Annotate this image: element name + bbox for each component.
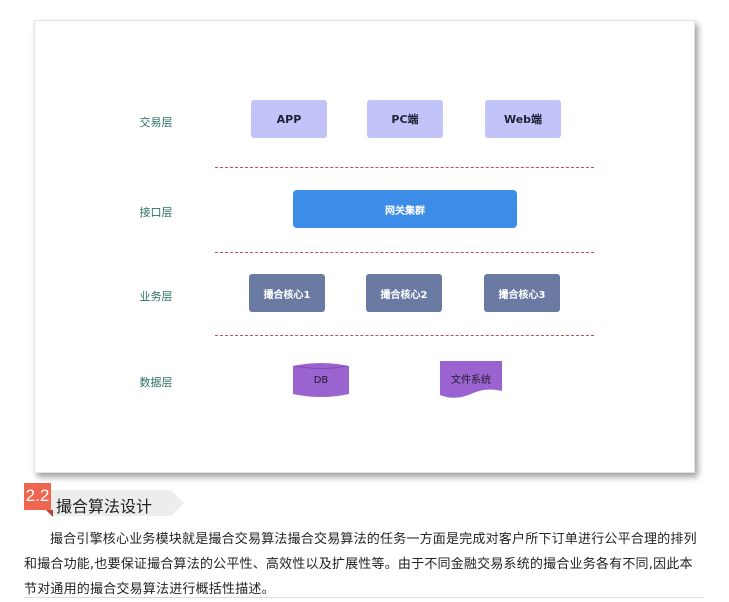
- node-matching-core-1: 撮合核心1: [249, 274, 325, 312]
- layer-divider: [215, 167, 594, 168]
- node-db-label: DB: [313, 375, 329, 386]
- section-number-badge: 2.2: [24, 483, 51, 510]
- section-heading: 2.2 撮合算法设计: [24, 483, 184, 517]
- layer-label-trade: 交易层: [139, 116, 173, 129]
- node-pc: PC端: [367, 100, 443, 138]
- node-file-system: 文件系统: [440, 361, 502, 399]
- section-title-arrow: [171, 490, 184, 516]
- body-paragraph: 撮合引擎核心业务模块就是撮合交易算法撮合交易算法的任务一方面是完成对客户所下订单…: [24, 532, 697, 597]
- node-matching-core-3: 撮合核心3: [484, 274, 560, 312]
- node-matching-core-2: 撮合核心2: [366, 274, 442, 312]
- node-file-system-label: 文件系统: [451, 375, 491, 386]
- node-db: DB: [293, 362, 349, 398]
- layer-label-business: 业务层: [139, 290, 173, 303]
- layer-label-data: 数据层: [139, 376, 173, 389]
- section-badge-fold: [46, 510, 53, 517]
- layer-divider: [215, 335, 594, 336]
- layer-label-interface: 接口层: [139, 206, 173, 219]
- architecture-diagram: 交易层 接口层 业务层 数据层 APP PC端 Web端 网关集群 撮合核心1 …: [34, 20, 695, 473]
- node-web: Web端: [485, 100, 561, 138]
- node-app: APP: [251, 100, 327, 138]
- layer-divider: [215, 252, 594, 253]
- divider-line: [24, 597, 704, 598]
- section-title: 撮合算法设计: [56, 499, 153, 516]
- node-gateway-cluster: 网关集群: [293, 190, 517, 228]
